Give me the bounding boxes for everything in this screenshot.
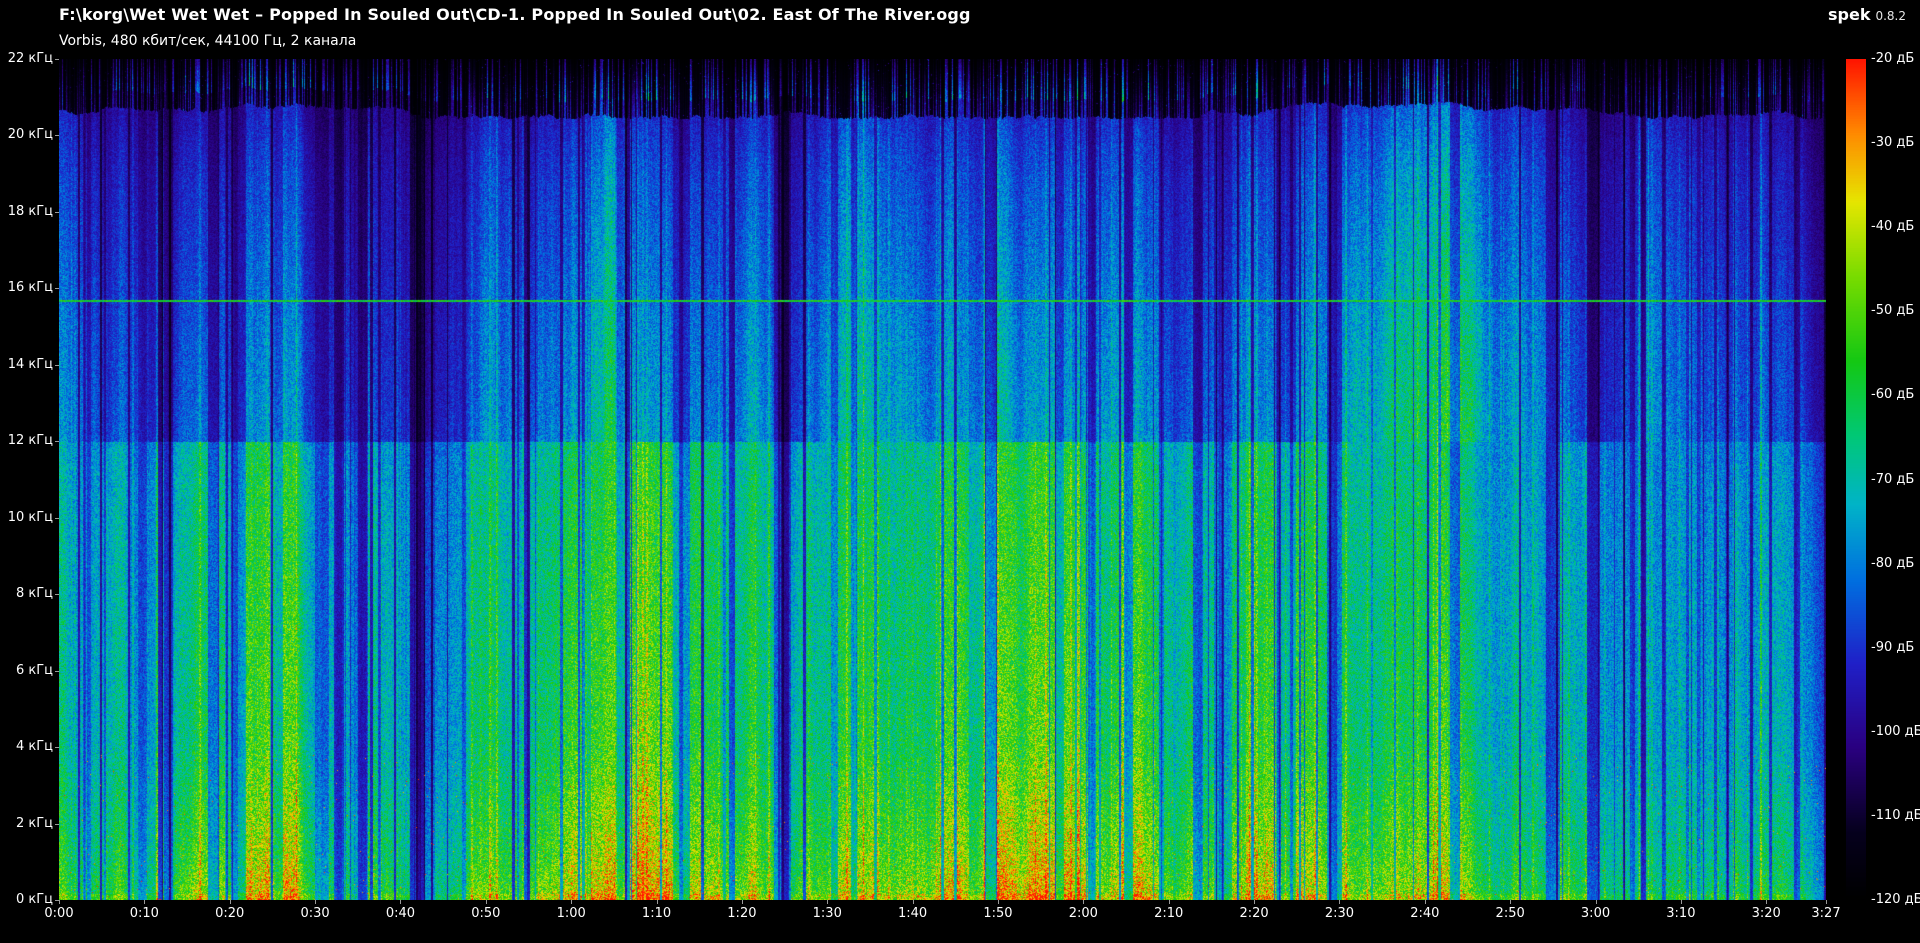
time-tick-label: 3:10: [1666, 906, 1696, 921]
app-version-label: 0.8.2: [1875, 9, 1906, 23]
db-tick-label: -110 дБ: [1871, 807, 1920, 823]
time-tick-mark: [315, 900, 317, 904]
freq-tick-mark: [55, 441, 59, 443]
time-tick-label: 2:30: [1324, 906, 1355, 921]
time-tick-label: 0:20: [215, 906, 245, 921]
time-tick-label: 0:00: [44, 906, 74, 921]
time-tick-label: 1:50: [983, 906, 1013, 921]
db-tick-label: -70 дБ: [1871, 471, 1915, 487]
time-tick-label: 0:30: [300, 906, 330, 921]
db-tick-label: -100 дБ: [1871, 723, 1920, 739]
freq-tick-mark: [55, 594, 59, 596]
time-tick-mark: [1826, 900, 1827, 904]
time-tick-label: 2:10: [1154, 906, 1184, 921]
db-tick-label: -40 дБ: [1871, 219, 1915, 235]
time-tick-label: 0:10: [129, 906, 159, 921]
db-tick-label: -30 дБ: [1871, 135, 1915, 151]
time-tick-mark: [571, 900, 573, 904]
freq-tick-mark: [55, 670, 59, 672]
freq-tick-label: 14 кГц: [7, 356, 53, 372]
freq-tick-mark: [55, 900, 59, 901]
freq-tick-label: 2 кГц: [15, 815, 53, 831]
time-tick-label: 1:30: [812, 906, 842, 921]
time-tick-mark: [827, 900, 829, 904]
time-tick-mark: [1083, 900, 1085, 904]
db-tick-label: -120 дБ: [1871, 892, 1920, 907]
freq-tick-label: 10 кГц: [7, 509, 53, 525]
db-legend-gradient: [1846, 59, 1866, 900]
freq-tick-mark: [55, 135, 59, 137]
time-tick-mark: [912, 900, 914, 904]
file-path-title: F:\korg\Wet Wet Wet – Popped In Souled O…: [59, 5, 971, 24]
time-tick-mark: [229, 900, 231, 904]
time-tick-mark: [1766, 900, 1768, 904]
db-tick-label: -20 дБ: [1871, 51, 1915, 66]
time-tick-label: 1:00: [556, 906, 586, 921]
time-tick-mark: [1168, 900, 1170, 904]
freq-tick-label: 4 кГц: [15, 739, 53, 755]
freq-tick-mark: [55, 211, 59, 213]
time-tick-label: 1:40: [898, 906, 928, 921]
freq-tick-label: 18 кГц: [7, 203, 53, 219]
time-tick-mark: [1254, 900, 1256, 904]
db-tick-label: -50 дБ: [1871, 303, 1915, 319]
time-tick-label: 1:10: [641, 906, 672, 921]
time-tick-mark: [144, 900, 146, 904]
time-tick-mark: [1510, 900, 1512, 904]
time-tick-mark: [1339, 900, 1341, 904]
time-tick-label: 0:40: [385, 906, 416, 921]
time-tick-label: 3:00: [1580, 906, 1611, 921]
time-tick-label: 3:27: [1811, 906, 1841, 921]
freq-tick-label: 20 кГц: [7, 127, 53, 143]
app-brand: spek 0.8.2: [1828, 5, 1906, 24]
freq-tick-mark: [55, 59, 59, 60]
time-tick-mark: [1680, 900, 1682, 904]
freq-tick-label: 6 кГц: [15, 662, 53, 678]
freq-tick-label: 8 кГц: [15, 586, 53, 602]
db-tick-label: -90 дБ: [1871, 639, 1915, 655]
time-tick-label: 2:20: [1239, 906, 1269, 921]
spectrogram-canvas: [59, 59, 1826, 900]
time-tick-label: 3:20: [1751, 906, 1781, 921]
freq-tick-label: 16 кГц: [7, 280, 53, 296]
time-tick-label: 2:50: [1495, 906, 1525, 921]
audio-format-info: Vorbis, 480 кбит/сек, 44100 Гц, 2 канала: [59, 33, 357, 49]
freq-tick-mark: [55, 517, 59, 519]
time-tick-mark: [400, 900, 402, 904]
time-tick-mark: [59, 900, 60, 904]
time-tick-mark: [485, 900, 487, 904]
freq-tick-mark: [55, 747, 59, 749]
time-tick-mark: [997, 900, 999, 904]
time-tick-label: 1:20: [727, 906, 757, 921]
time-tick-mark: [1595, 900, 1597, 904]
time-tick-mark: [1424, 900, 1426, 904]
time-tick-label: 0:50: [471, 906, 501, 921]
time-tick-mark: [741, 900, 743, 904]
time-tick-label: 2:40: [1410, 906, 1440, 921]
freq-tick-label: 22 кГц: [7, 51, 53, 66]
db-tick-label: -80 дБ: [1871, 555, 1915, 571]
freq-tick-mark: [55, 288, 59, 290]
app-name-label: spek: [1827, 5, 1871, 24]
freq-tick-mark: [55, 823, 59, 825]
freq-tick-mark: [55, 364, 59, 366]
freq-tick-label: 12 кГц: [7, 433, 53, 449]
time-tick-label: 2:00: [1068, 906, 1098, 921]
db-tick-label: -60 дБ: [1871, 387, 1915, 403]
time-tick-mark: [656, 900, 658, 904]
